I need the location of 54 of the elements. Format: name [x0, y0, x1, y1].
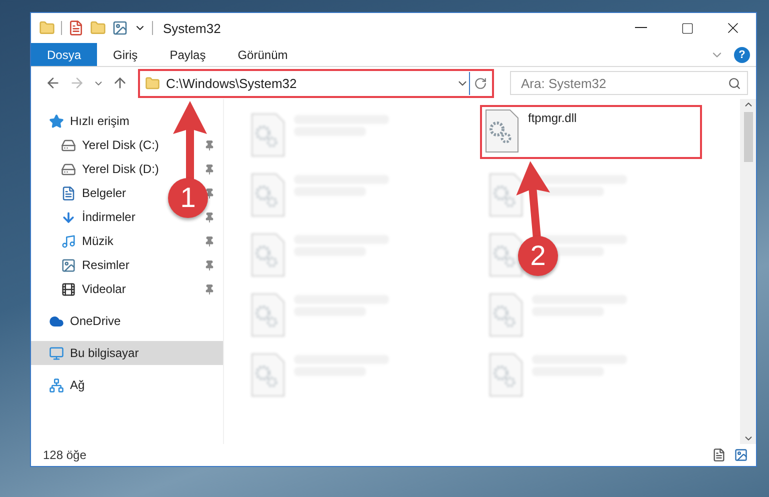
- file-name: ftpmgr.dll: [528, 111, 577, 125]
- scrollbar[interactable]: [740, 99, 756, 444]
- sidebar-item[interactable]: Resimler: [82, 258, 130, 272]
- file-item[interactable]: ftpmgr.dll: [480, 105, 702, 159]
- file-gear-icon: [488, 233, 524, 277]
- details-view-icon[interactable]: [712, 448, 726, 462]
- file-gear-icon: [484, 109, 520, 153]
- ribbon-tab[interactable]: Dosya: [31, 43, 98, 66]
- ribbon-tab[interactable]: Görünüm: [222, 43, 304, 66]
- sidebar-item[interactable]: Videolar: [82, 282, 126, 296]
- refresh-icon: [474, 76, 487, 90]
- maximize-icon: [680, 22, 694, 34]
- drive-icon: [61, 138, 76, 152]
- sidebar-item[interactable]: İndirmeler: [82, 210, 136, 224]
- music-icon: [61, 234, 76, 248]
- sidebar-item[interactable]: Yerel Disk (D:): [82, 162, 159, 176]
- download-icon: [61, 210, 76, 224]
- sidebar-item[interactable]: Hızlı erişim: [70, 114, 130, 128]
- help-button[interactable]: ?: [734, 46, 750, 62]
- monitor-icon: [49, 346, 64, 360]
- file-gear-icon: [488, 293, 524, 337]
- item-count: 128 öğe: [43, 448, 86, 462]
- file-gear-icon: [250, 173, 286, 217]
- document-icon: [61, 186, 76, 200]
- file-gear-icon: [488, 173, 524, 217]
- cloud-icon: [49, 314, 64, 328]
- forward-arrow-icon: [69, 75, 85, 91]
- sidebar-item[interactable]: Ağ: [70, 378, 85, 392]
- sidebar-item[interactable]: Belgeler: [82, 186, 126, 200]
- scrollbar-thumb[interactable]: [744, 112, 752, 162]
- search-icon: [728, 76, 741, 90]
- network-icon: [49, 378, 64, 392]
- file-gear-icon: [488, 353, 524, 397]
- search-field[interactable]: Ara: System32: [510, 71, 748, 95]
- file-gear-icon: [250, 353, 286, 397]
- window-title: System32: [163, 20, 221, 36]
- film-icon: [61, 282, 76, 296]
- up-button[interactable]: [112, 75, 128, 91]
- ribbon-tab[interactable]: Giriş: [97, 43, 154, 66]
- sidebar-item[interactable]: Müzik: [82, 234, 114, 248]
- star-icon: [49, 114, 64, 128]
- picture-icon: [61, 258, 76, 272]
- ribbon-tab[interactable]: Paylaş: [154, 43, 222, 66]
- file-gear-icon: [250, 113, 286, 157]
- large-icons-view-icon[interactable]: [734, 448, 748, 462]
- back-button[interactable]: [45, 75, 61, 91]
- sidebar-item[interactable]: OneDrive: [70, 314, 121, 328]
- folder-icon: [145, 76, 160, 90]
- minimize-icon: [635, 27, 647, 29]
- file-gear-icon: [250, 293, 286, 337]
- address-field[interactable]: C:\Windows\System32: [141, 72, 469, 94]
- sidebar-item[interactable]: Yerel Disk (C:): [82, 138, 159, 152]
- drive-icon: [61, 162, 76, 176]
- file-gear-icon: [250, 233, 286, 277]
